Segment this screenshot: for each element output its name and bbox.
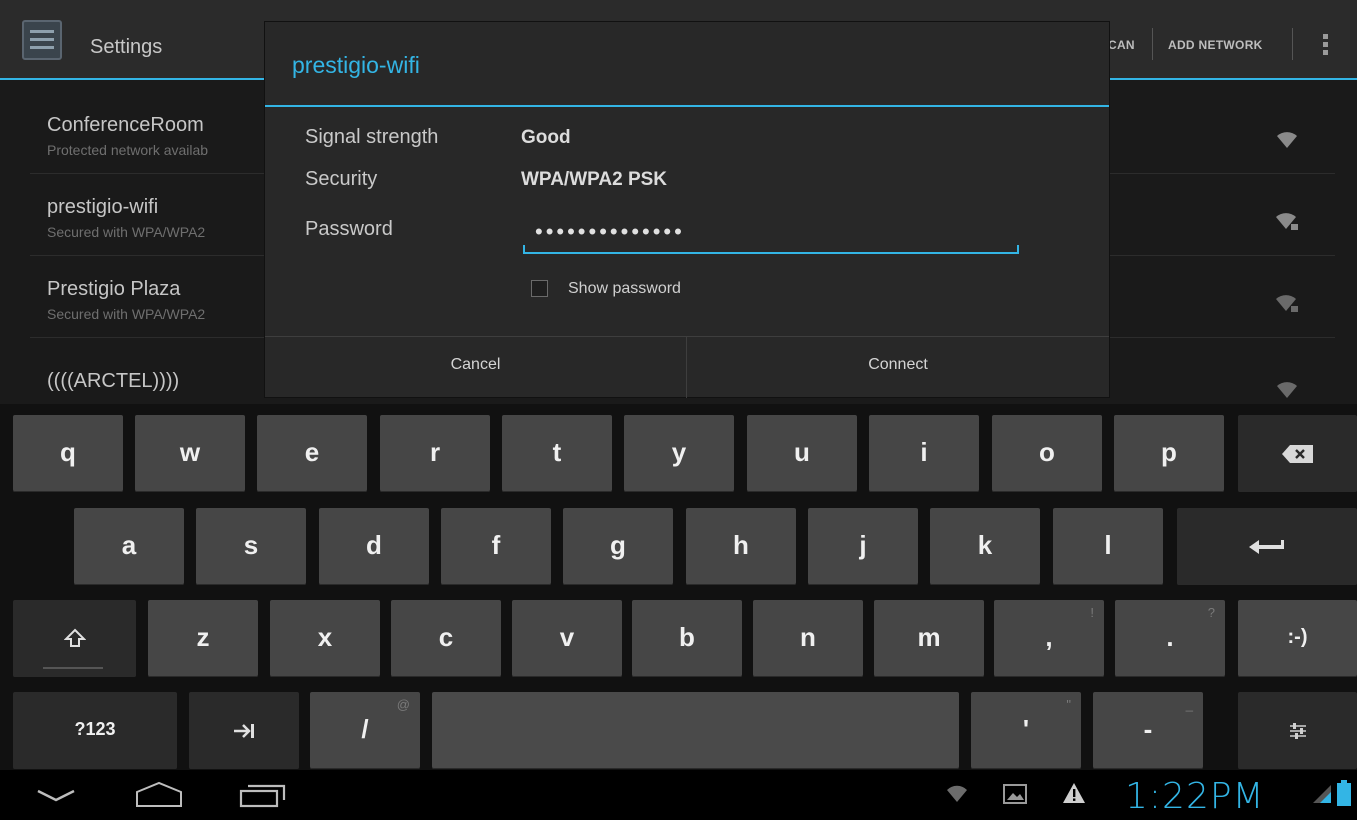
wifi-signal-icon [1277, 382, 1297, 398]
key-a[interactable]: a [74, 508, 184, 585]
scan-button[interactable]: CAN [1108, 38, 1135, 52]
key-x[interactable]: x [270, 600, 380, 677]
key-j[interactable]: j [808, 508, 918, 585]
wifi-signal-icon [1277, 132, 1297, 148]
key-slash-hint: @ [396, 697, 410, 712]
key-t[interactable]: t [502, 415, 612, 492]
key-slash-label: / [361, 714, 369, 744]
key-v[interactable]: v [512, 600, 622, 677]
network-name: prestigio-wifi [47, 196, 159, 218]
settings-sliders-icon [1289, 723, 1306, 740]
key-y[interactable]: y [624, 415, 734, 492]
enter-arrow-icon [1249, 540, 1284, 555]
key-m[interactable]: m [874, 600, 984, 677]
key-s[interactable]: s [196, 508, 306, 585]
key-comma-label: , [1045, 622, 1053, 652]
overflow-menu-icon[interactable] [1320, 34, 1330, 60]
key-slash[interactable]: / @ [310, 692, 420, 769]
key-l[interactable]: l [1053, 508, 1163, 585]
tab-icon [234, 724, 254, 739]
key-comma-hint: ! [1090, 605, 1094, 620]
cancel-button[interactable]: Cancel [265, 337, 687, 398]
signal-strength-icon [1313, 785, 1331, 803]
system-navigation-bar: 1:22PM [0, 770, 1357, 820]
dialog-title: prestigio-wifi [292, 52, 420, 78]
backspace-icon [1281, 445, 1313, 464]
backspace-key[interactable] [1238, 415, 1357, 492]
password-field[interactable]: •••••••••••••• [523, 214, 1019, 254]
password-label: Password [305, 218, 393, 240]
network-status: Protected network availab [47, 142, 209, 158]
key-i[interactable]: i [869, 415, 979, 492]
space-key[interactable] [432, 692, 959, 769]
key-u[interactable]: u [747, 415, 857, 492]
action-divider [1152, 28, 1153, 60]
show-password-checkbox[interactable] [531, 280, 548, 297]
key-r[interactable]: r [380, 415, 490, 492]
screenshot-notification-icon [1003, 784, 1027, 804]
key-k[interactable]: k [930, 508, 1040, 585]
key-period-hint: ? [1207, 605, 1215, 620]
symbols-key[interactable]: ?123 [13, 692, 177, 769]
network-status: Secured with WPA/WPA2 [47, 224, 206, 240]
key-period-label: . [1166, 622, 1174, 652]
network-status: Secured with WPA/WPA2 [47, 306, 206, 322]
app-title[interactable]: Settings [90, 36, 162, 59]
enter-key[interactable] [1177, 508, 1357, 585]
add-network-button[interactable]: ADD NETWORK [1168, 38, 1263, 52]
key-z[interactable]: z [148, 600, 258, 677]
soft-keyboard: q w e r t y u i o p a s d f g h j k l z … [0, 404, 1357, 770]
wifi-secured-icon [1276, 213, 1298, 230]
key-o[interactable]: o [992, 415, 1102, 492]
key-d[interactable]: d [319, 508, 429, 585]
key-q[interactable]: q [13, 415, 123, 492]
back-chevron-icon[interactable] [36, 788, 76, 804]
key-apostrophe-hint: " [1066, 697, 1071, 712]
action-divider [1292, 28, 1293, 60]
key-w[interactable]: w [135, 415, 245, 492]
key-comma[interactable]: , ! [994, 600, 1104, 677]
key-dash-label: - [1143, 714, 1153, 744]
network-name: ((((ARCTEL)))) [47, 370, 180, 392]
key-g[interactable]: g [563, 508, 673, 585]
dialog-button-bar: Cancel Connect [265, 336, 1109, 398]
key-dash-hint: _ [1185, 697, 1193, 712]
shift-key[interactable] [13, 600, 136, 677]
warning-icon [1063, 783, 1085, 803]
key-apostrophe[interactable]: ' " [971, 692, 1081, 769]
network-name: ConferenceRoom [47, 114, 204, 136]
security-value: WPA/WPA2 PSK [521, 169, 668, 190]
key-apostrophe-label: ' [1022, 714, 1030, 744]
key-dash[interactable]: - _ [1093, 692, 1203, 769]
key-b[interactable]: b [632, 600, 742, 677]
key-period[interactable]: . ? [1115, 600, 1225, 677]
home-icon[interactable] [134, 780, 184, 808]
key-p[interactable]: p [1114, 415, 1224, 492]
connect-button[interactable]: Connect [687, 337, 1109, 398]
settings-app-icon[interactable] [22, 20, 62, 60]
shift-arrow-icon [63, 628, 86, 648]
show-password-label[interactable]: Show password [568, 280, 681, 298]
shift-indicator [43, 667, 103, 669]
key-n[interactable]: n [753, 600, 863, 677]
key-e[interactable]: e [257, 415, 367, 492]
wifi-connect-dialog: prestigio-wifi Signal strength Good Secu… [265, 22, 1109, 398]
key-f[interactable]: f [441, 508, 551, 585]
smiley-key[interactable]: :-) [1238, 600, 1357, 677]
signal-strength-value: Good [521, 127, 571, 148]
key-c[interactable]: c [391, 600, 501, 677]
recent-apps-icon[interactable] [238, 782, 288, 808]
key-h[interactable]: h [686, 508, 796, 585]
dialog-title-divider [265, 105, 1109, 107]
wifi-secured-icon [1276, 295, 1298, 312]
wifi-status-icon [947, 785, 967, 802]
tab-key[interactable] [189, 692, 299, 769]
network-name: Prestigio Plaza [47, 278, 181, 300]
status-clock: 1:22PM [1125, 776, 1265, 817]
signal-strength-label: Signal strength [305, 126, 439, 148]
keyboard-settings-key[interactable] [1238, 692, 1357, 769]
battery-icon [1337, 780, 1351, 806]
security-label: Security [305, 168, 378, 190]
